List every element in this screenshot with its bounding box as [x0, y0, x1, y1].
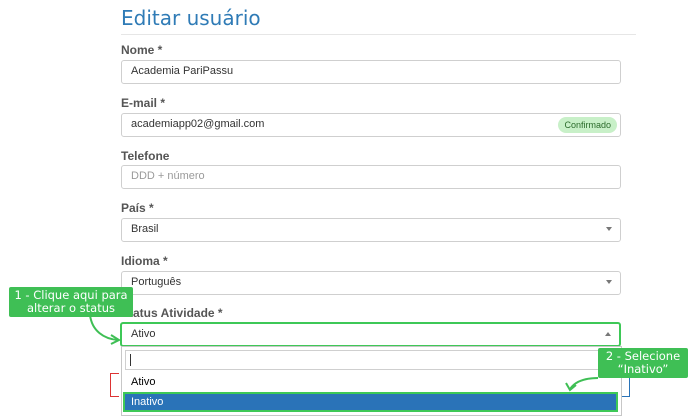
- arrow-icon: [565, 377, 599, 392]
- arrow-icon: [89, 314, 122, 345]
- status-label: Status Atividade *: [121, 306, 223, 320]
- telefone-placeholder: DDD + número: [131, 170, 205, 182]
- status-option-inativo[interactable]: Inativo: [123, 392, 618, 412]
- text-cursor: [130, 354, 131, 366]
- status-value: Ativo: [131, 328, 156, 340]
- option-label: Ativo: [131, 376, 156, 388]
- idioma-label: Idioma *: [121, 254, 168, 268]
- email-label: E-mail *: [121, 96, 166, 110]
- email-field[interactable]: academiapp02@gmail.com Confirmado: [121, 113, 621, 137]
- pais-label: País *: [121, 201, 154, 215]
- callout-step-2: 2 - Selecione “Inativo”: [598, 348, 688, 378]
- nome-label: Nome *: [121, 43, 163, 57]
- status-search-input[interactable]: [125, 350, 618, 370]
- status-select[interactable]: Ativo: [120, 322, 621, 347]
- chevron-down-icon: [606, 227, 612, 231]
- telefone-label: Telefone: [121, 149, 170, 163]
- status-dropdown: Ativo Inativo: [121, 346, 622, 416]
- email-value: academiapp02@gmail.com: [131, 118, 265, 130]
- cancel-button-edge[interactable]: [110, 373, 119, 397]
- title-divider: [121, 34, 636, 35]
- idioma-value: Português: [131, 276, 182, 288]
- nome-field[interactable]: Academia PariPassu: [121, 60, 621, 84]
- status-option-ativo[interactable]: Ativo: [123, 372, 618, 392]
- nome-value: Academia PariPassu: [131, 65, 234, 77]
- pais-select[interactable]: Brasil: [121, 218, 621, 242]
- idioma-select[interactable]: Português: [121, 271, 621, 295]
- chevron-up-icon: [605, 332, 611, 336]
- callout-2-line-2: “Inativo”: [617, 362, 669, 376]
- telefone-field[interactable]: DDD + número: [121, 165, 621, 189]
- page-title: Editar usuário: [121, 6, 261, 30]
- chevron-down-icon: [606, 280, 612, 284]
- pais-value: Brasil: [131, 223, 159, 235]
- confirmed-badge: Confirmado: [558, 117, 617, 133]
- option-label: Inativo: [131, 396, 164, 408]
